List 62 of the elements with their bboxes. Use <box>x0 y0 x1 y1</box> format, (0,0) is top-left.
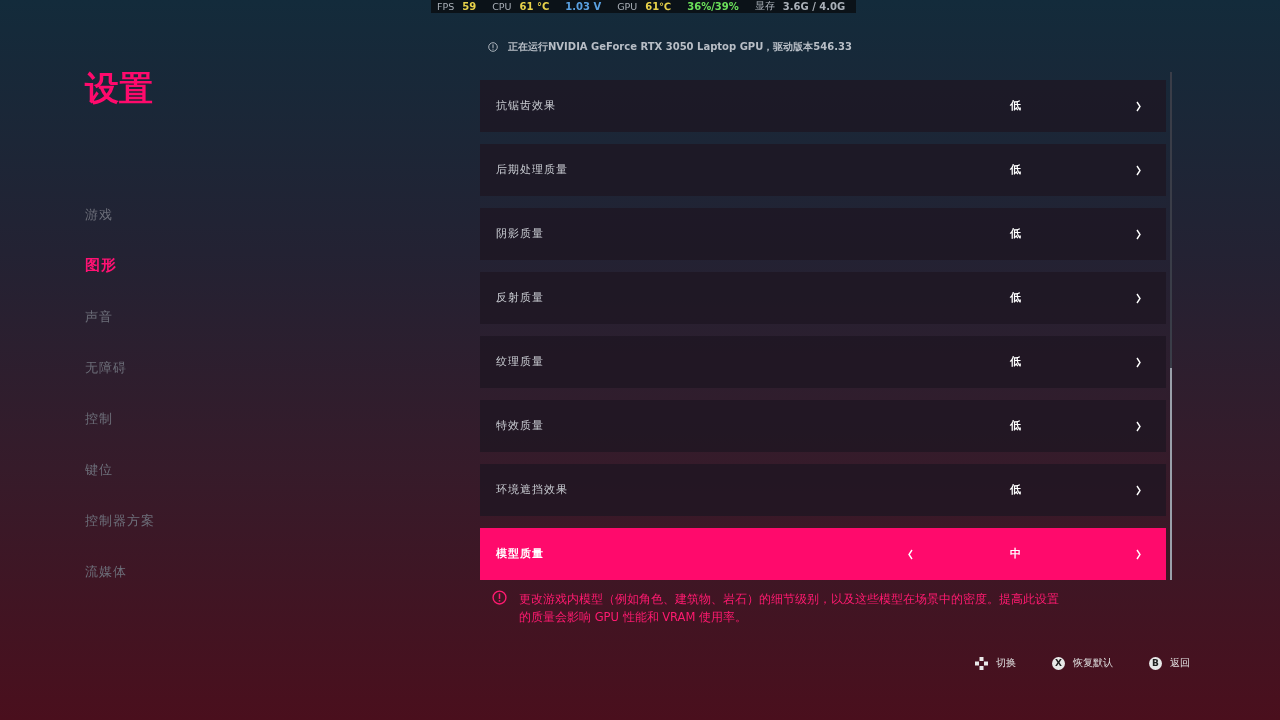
sidebar-item[interactable]: 控制器方案 <box>85 510 155 531</box>
setting-value: 低 <box>1008 163 1022 177</box>
setting-label: 模型质量 <box>496 547 545 561</box>
sidebar-item[interactable]: 键位 <box>85 459 113 480</box>
setting-value: 低 <box>1008 227 1022 241</box>
setting-row[interactable]: 模型质量 中 <box>480 528 1166 580</box>
sidebar-item[interactable]: 声音 <box>85 306 113 327</box>
setting-value: 中 <box>1008 547 1022 561</box>
overlay-value: 59 <box>462 1 477 12</box>
hint-label: 返回 <box>1170 656 1190 670</box>
setting-row[interactable]: 特效质量 低 <box>480 400 1166 452</box>
overlay-label: FPS <box>437 1 455 12</box>
overlay-value: 3.6G / 4.0G <box>782 1 846 12</box>
sidebar-item[interactable]: 流媒体 <box>85 561 127 582</box>
setting-row[interactable]: 抗锯齿效果 低 <box>480 80 1166 132</box>
setting-label: 阴影质量 <box>496 227 545 241</box>
chevron-right-icon[interactable] <box>1135 420 1142 432</box>
chevron-left-icon[interactable] <box>906 548 914 560</box>
setting-value: 低 <box>1008 419 1022 433</box>
setting-value: 低 <box>1008 355 1022 369</box>
setting-row[interactable]: 后期处理质量 低 <box>480 144 1166 196</box>
setting-row[interactable]: 纹理质量 低 <box>480 336 1166 388</box>
overlay-value: 1.03 V <box>565 1 602 12</box>
chevron-right-icon[interactable] <box>1135 292 1142 304</box>
chevron-right-icon[interactable] <box>1135 356 1142 368</box>
sidebar-item[interactable]: 图形 <box>85 255 117 276</box>
scrollbar-thumb[interactable] <box>1170 368 1172 580</box>
page-title: 设置 <box>85 68 153 108</box>
setting-label: 后期处理质量 <box>496 163 569 177</box>
info-icon <box>488 42 498 52</box>
sidebar-item[interactable]: 游戏 <box>85 204 113 225</box>
hint-label: 切换 <box>996 656 1016 670</box>
hint-label: 恢复默认 <box>1073 656 1113 670</box>
setting-row[interactable]: 阴影质量 低 <box>480 208 1166 260</box>
setting-label: 环境遮挡效果 <box>496 483 569 497</box>
chevron-right-icon[interactable] <box>1135 228 1142 240</box>
setting-label: 抗锯齿效果 <box>496 99 557 113</box>
chevron-right-icon[interactable] <box>1135 484 1142 496</box>
dpad-icon <box>975 656 988 670</box>
chevron-right-icon[interactable] <box>1135 164 1142 176</box>
setting-row[interactable]: 环境遮挡效果 低 <box>480 464 1166 516</box>
setting-row[interactable]: 反射质量 低 <box>480 272 1166 324</box>
setting-description: 更改游戏内模型（例如角色、建筑物、岩石）的细节级别，以及这些模型在场景中的密度。提高此设置的质量会影响 GPU 性能和 VRAM 使用率。 <box>519 591 1060 626</box>
setting-value: 低 <box>1008 99 1022 113</box>
overlay-label: CPU <box>492 1 512 12</box>
overlay-label: GPU <box>617 1 638 12</box>
controller-button-icon: B <box>1149 656 1162 670</box>
chevron-right-icon[interactable] <box>1135 100 1142 112</box>
setting-label: 特效质量 <box>496 419 545 433</box>
controller-button-icon: X <box>1052 656 1065 670</box>
overlay-value: 61 °C <box>519 1 550 12</box>
info-icon <box>492 590 507 605</box>
sidebar-item[interactable]: 无障碍 <box>85 357 127 378</box>
overlay-value: 61℃ <box>645 1 672 12</box>
setting-value: 低 <box>1008 291 1022 305</box>
gpu-info-text: 正在运行NVIDIA GeForce RTX 3050 Laptop GPU，驱动版本546.33 <box>508 40 852 54</box>
overlay-label: 显存 <box>754 0 775 13</box>
setting-label: 反射质量 <box>496 291 545 305</box>
setting-label: 纹理质量 <box>496 355 545 369</box>
overlay-value: 36%/39% <box>687 1 739 12</box>
setting-value: 低 <box>1008 483 1022 497</box>
sidebar-item[interactable]: 控制 <box>85 408 113 429</box>
